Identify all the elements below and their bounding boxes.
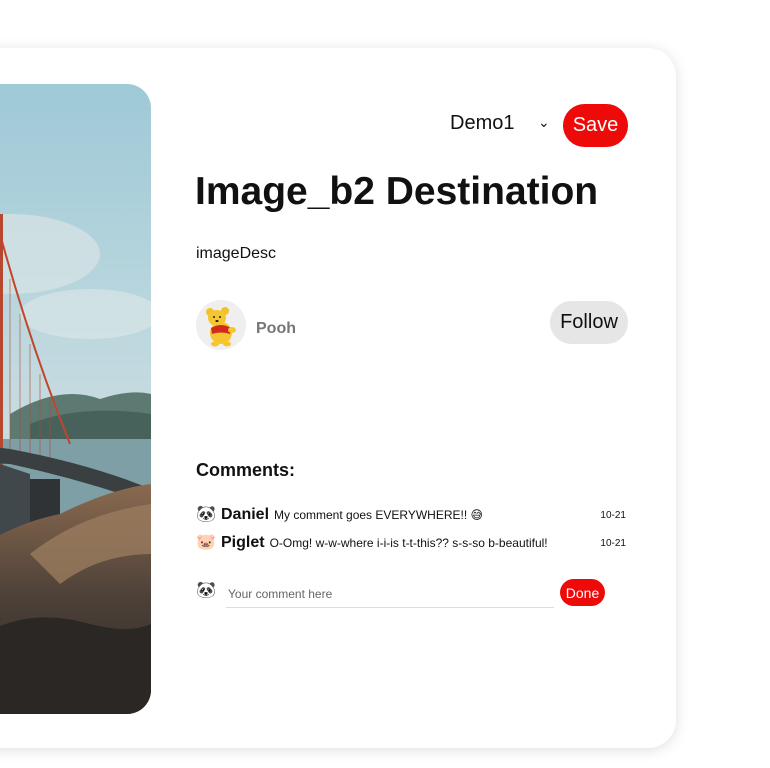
comment-text: My comment goes EVERYWHERE!! 😅 [274,508,484,522]
board-select-value: Demo1 [450,112,515,134]
comment-item: 🐷 Piglet O-Omg! w-w-where i-i-is t-t-thi… [196,532,626,554]
board-select[interactable]: Demo1 ⌄ [450,112,550,135]
pin-title: Image_b2 Destination [195,170,599,213]
pin-image[interactable] [0,84,151,714]
comment-date: 10-21 [600,537,626,549]
done-button[interactable]: Done [560,579,605,606]
comment-date: 10-21 [600,509,626,521]
comment-item: 🐼 Daniel My comment goes EVERYWHERE!! 😅 … [196,504,626,526]
comments-heading: Comments: [196,460,296,480]
comment-text: O-Omg! w-w-where i-i-is t-t-this?? s-s-s… [269,536,548,550]
panda-icon: 🐼 [196,506,216,523]
bridge-photo-image [0,84,151,714]
panda-icon: 🐼 [196,582,216,599]
comment-input[interactable] [226,581,554,608]
pooh-bear-avatar-icon [196,300,246,350]
comment-author[interactable]: Piglet [221,534,265,552]
pin-detail-card [0,48,676,748]
avatar[interactable] [196,300,246,350]
comment-author[interactable]: Daniel [221,506,269,524]
author-name[interactable]: Pooh [256,320,296,338]
follow-button[interactable]: Follow [550,301,628,344]
chevron-down-icon: ⌄ [538,114,550,130]
save-button[interactable]: Save [563,104,628,147]
pin-description: imageDesc [196,245,277,262]
piglet-icon: 🐷 [196,534,216,551]
